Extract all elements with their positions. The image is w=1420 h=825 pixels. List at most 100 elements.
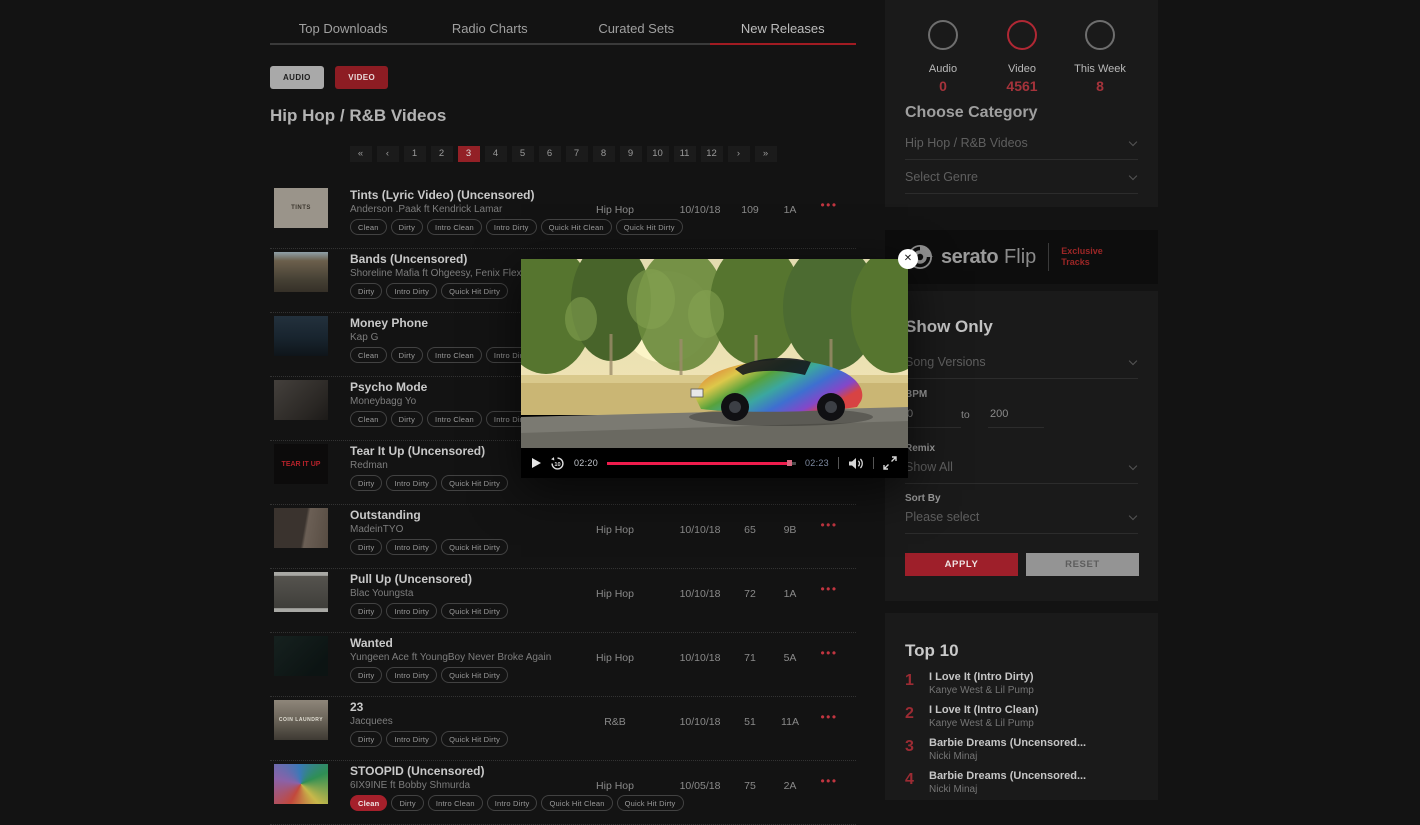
version-tag[interactable]: Intro Dirty: [386, 731, 437, 747]
version-tag[interactable]: Dirty: [391, 219, 423, 235]
pagination-last[interactable]: »: [755, 146, 777, 162]
track-title[interactable]: Psycho Mode: [350, 380, 427, 394]
version-tag[interactable]: Dirty: [350, 731, 382, 747]
tab-radio-charts[interactable]: Radio Charts: [417, 0, 564, 45]
version-tag[interactable]: Intro Dirty: [386, 667, 437, 683]
track-title[interactable]: Outstanding: [350, 508, 421, 522]
pagination-page[interactable]: 9: [620, 146, 642, 162]
version-tag[interactable]: Quick Hit Dirty: [441, 539, 508, 555]
stat-video[interactable]: Video 4561: [979, 20, 1065, 94]
pagination-page[interactable]: 7: [566, 146, 588, 162]
version-tag[interactable]: Quick Hit Clean: [541, 219, 612, 235]
version-tag[interactable]: Intro Dirty: [386, 475, 437, 491]
bpm-from-input[interactable]: [905, 406, 961, 428]
track-title[interactable]: Money Phone: [350, 316, 428, 330]
version-tag[interactable]: Clean: [350, 411, 387, 427]
rewind-10-icon[interactable]: 10: [550, 456, 565, 471]
top10-item[interactable]: 2 I Love It (Intro Clean) Kanye West & L…: [905, 704, 1148, 729]
version-tag[interactable]: Intro Dirty: [386, 283, 437, 299]
pagination-next[interactable]: ›: [728, 146, 750, 162]
track-thumbnail[interactable]: [274, 252, 328, 292]
track-thumbnail[interactable]: [274, 764, 328, 804]
version-tag[interactable]: Dirty: [391, 347, 423, 363]
apply-button[interactable]: APPLY: [905, 553, 1018, 576]
pagination-page[interactable]: 1: [404, 146, 426, 162]
track-menu-icon[interactable]: •••: [810, 582, 848, 596]
version-tag[interactable]: Intro Dirty: [386, 539, 437, 555]
tab-top-downloads[interactable]: Top Downloads: [270, 0, 417, 45]
version-tag[interactable]: Intro Clean: [428, 795, 483, 811]
version-tag[interactable]: Dirty: [350, 667, 382, 683]
audio-toggle-button[interactable]: AUDIO: [270, 66, 324, 89]
version-tag[interactable]: Quick Hit Dirty: [616, 219, 683, 235]
top10-item[interactable]: 4 Barbie Dreams (Uncensored... Nicki Min…: [905, 770, 1148, 795]
genre-select[interactable]: Select Genre: [905, 170, 1138, 194]
sort-by-select[interactable]: Please select: [905, 510, 1138, 534]
version-tag[interactable]: Clean: [350, 347, 387, 363]
version-tag[interactable]: Dirty: [391, 411, 423, 427]
track-thumbnail[interactable]: [274, 380, 328, 420]
stat-this-week[interactable]: This Week 8: [1057, 20, 1143, 94]
version-tag[interactable]: Intro Dirty: [486, 219, 537, 235]
version-tag[interactable]: Dirty: [350, 603, 382, 619]
version-tag[interactable]: Intro Dirty: [386, 603, 437, 619]
stat-audio[interactable]: Audio 0: [900, 20, 986, 94]
track-title[interactable]: 23: [350, 700, 363, 714]
pagination-page[interactable]: 12: [701, 146, 723, 162]
top10-item[interactable]: 3 Barbie Dreams (Uncensored... Nicki Min…: [905, 737, 1148, 762]
version-tag[interactable]: Intro Clean: [427, 411, 482, 427]
category-select[interactable]: Hip Hop / R&B Videos: [905, 136, 1138, 160]
track-thumbnail[interactable]: [274, 508, 328, 548]
top10-title[interactable]: Barbie Dreams (Uncensored...: [929, 737, 1086, 749]
volume-icon[interactable]: [848, 457, 864, 470]
video-frame[interactable]: [521, 259, 908, 448]
serato-flip-banner[interactable]: serato Flip Exclusive Tracks: [885, 230, 1158, 284]
version-tag[interactable]: Quick Hit Dirty: [441, 475, 508, 491]
version-tag[interactable]: Dirty: [350, 283, 382, 299]
track-thumbnail[interactable]: [274, 636, 328, 676]
version-tag[interactable]: Quick Hit Dirty: [441, 603, 508, 619]
fullscreen-icon[interactable]: [883, 456, 897, 470]
progress-bar[interactable]: [607, 462, 796, 465]
version-tag[interactable]: Dirty: [391, 795, 423, 811]
bpm-to-input[interactable]: [988, 406, 1044, 428]
version-tag[interactable]: Dirty: [350, 539, 382, 555]
version-tag[interactable]: Intro Clean: [427, 219, 482, 235]
version-tag[interactable]: Intro Dirty: [487, 795, 538, 811]
track-menu-icon[interactable]: •••: [810, 710, 848, 724]
track-thumbnail[interactable]: TEAR IT UP: [274, 444, 328, 484]
track-thumbnail[interactable]: COIN LAUNDRY: [274, 700, 328, 740]
version-tag-active[interactable]: Clean: [350, 795, 387, 811]
play-icon[interactable]: [532, 458, 541, 468]
top10-item[interactable]: 1 I Love It (Intro Dirty) Kanye West & L…: [905, 671, 1148, 696]
pagination-page[interactable]: 11: [674, 146, 696, 162]
track-title[interactable]: Bands (Uncensored): [350, 252, 467, 266]
pagination-prev[interactable]: ‹: [377, 146, 399, 162]
reset-button[interactable]: RESET: [1026, 553, 1139, 576]
tab-new-releases[interactable]: New Releases: [710, 0, 857, 45]
track-title[interactable]: STOOPID (Uncensored): [350, 764, 484, 778]
video-toggle-button[interactable]: VIDEO: [335, 66, 388, 89]
track-menu-icon[interactable]: •••: [810, 774, 848, 788]
song-versions-select[interactable]: Song Versions: [905, 355, 1138, 379]
version-tag[interactable]: Intro Clean: [427, 347, 482, 363]
version-tag[interactable]: Clean: [350, 219, 387, 235]
version-tag[interactable]: Dirty: [350, 475, 382, 491]
version-tag[interactable]: Quick Hit Clean: [541, 795, 612, 811]
version-tag[interactable]: Quick Hit Dirty: [441, 731, 508, 747]
close-icon[interactable]: ✕: [898, 249, 918, 269]
pagination-page-current[interactable]: 3: [458, 146, 480, 162]
top10-title[interactable]: I Love It (Intro Dirty): [929, 671, 1034, 683]
pagination-page[interactable]: 6: [539, 146, 561, 162]
pagination-page[interactable]: 8: [593, 146, 615, 162]
track-title[interactable]: Tear It Up (Uncensored): [350, 444, 485, 458]
pagination-page[interactable]: 4: [485, 146, 507, 162]
track-menu-icon[interactable]: •••: [810, 198, 848, 212]
version-tag[interactable]: Quick Hit Dirty: [441, 667, 508, 683]
top10-title[interactable]: Barbie Dreams (Uncensored...: [929, 770, 1086, 782]
tab-curated-sets[interactable]: Curated Sets: [563, 0, 710, 45]
track-title[interactable]: Wanted: [350, 636, 393, 650]
pagination-page[interactable]: 5: [512, 146, 534, 162]
version-tag[interactable]: Quick Hit Dirty: [441, 283, 508, 299]
top10-title[interactable]: I Love It (Intro Clean): [929, 704, 1038, 716]
